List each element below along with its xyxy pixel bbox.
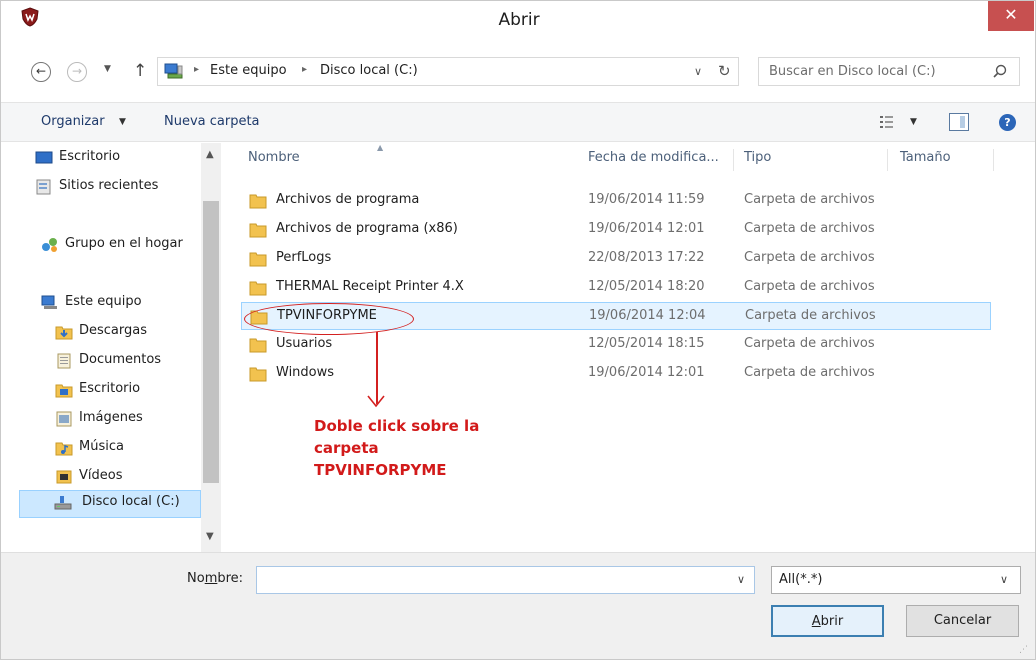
nav-item-musica[interactable]: Música: [55, 436, 201, 462]
folder-icon: [249, 367, 267, 382]
window-title: Abrir: [498, 10, 540, 30]
address-bar[interactable]: ▸ Este equipo ▸ Disco local (C:) ∨ ↻: [157, 57, 739, 86]
column-header-tipo[interactable]: Tipo: [744, 150, 771, 165]
computer-icon: [164, 63, 183, 79]
column-header-nombre[interactable]: Nombre: [248, 150, 300, 165]
nav-item-sitios-recientes[interactable]: Sitios recientes: [35, 175, 195, 201]
column-header-tamano[interactable]: Tamaño: [900, 150, 951, 165]
nav-item-descargas[interactable]: Descargas: [55, 320, 201, 346]
open-button[interactable]: Abrir: [771, 605, 884, 637]
search-icon[interactable]: [991, 63, 1009, 81]
filename-input[interactable]: ∨: [256, 566, 755, 594]
help-icon[interactable]: ?: [999, 114, 1016, 131]
folder-icon: [249, 223, 267, 238]
nav-pane-scrollbar[interactable]: ▲ ▼: [201, 143, 221, 552]
arrow-left-icon: ←: [35, 64, 47, 78]
nav-item-grupo-hogar[interactable]: Grupo en el hogar: [41, 233, 201, 259]
music-icon: [55, 442, 73, 456]
arrow-up-icon: ↑: [133, 61, 148, 81]
chevron-down-icon[interactable]: ∨: [737, 573, 745, 586]
chevron-down-icon[interactable]: ▼: [119, 117, 126, 127]
nav-item-disco-local[interactable]: Disco local (C:): [19, 490, 201, 518]
close-icon: ✕: [1004, 5, 1018, 24]
open-file-dialog: Abrir ✕ ← → ▼ ↑ ▸ Este equipo ▸ Disco lo…: [0, 0, 1036, 660]
annotation-text: Doble click sobre la carpeta TPVINFORPYM…: [314, 415, 534, 481]
title-bar[interactable]: Abrir ✕: [1, 1, 1035, 41]
recent-places-icon: [36, 179, 51, 195]
nav-item-videos[interactable]: Vídeos: [55, 465, 201, 491]
column-separator[interactable]: [733, 149, 734, 171]
homegroup-icon: [42, 238, 57, 252]
folder-icon: [249, 338, 267, 353]
arrow-right-icon: →: [71, 64, 83, 78]
scrollbar-thumb[interactable]: [203, 201, 219, 483]
downloads-icon: [55, 326, 73, 340]
annotation-ellipse: [244, 303, 414, 335]
forward-button[interactable]: →: [67, 62, 87, 82]
back-button[interactable]: ←: [31, 62, 51, 82]
computer-icon: [41, 295, 57, 309]
file-row[interactable]: Usuarios 12/05/2014 18:15 Carpeta de arc…: [241, 331, 991, 359]
navigation-bar: ← → ▼ ↑ ▸ Este equipo ▸ Disco local (C:)…: [1, 51, 1035, 91]
chevron-down-icon[interactable]: ∨: [1000, 573, 1008, 586]
address-history-dropdown-icon[interactable]: ∨: [694, 65, 702, 78]
new-folder-button[interactable]: Nueva carpeta: [164, 114, 260, 129]
local-disk-icon: [54, 496, 72, 510]
file-row[interactable]: THERMAL Receipt Printer 4.X 12/05/2014 1…: [241, 274, 991, 302]
sort-ascending-icon: ▲: [377, 143, 384, 152]
nav-item-escritorio-carpeta[interactable]: Escritorio: [55, 378, 201, 404]
view-options-icon[interactable]: [879, 114, 899, 130]
folder-icon: [249, 194, 267, 209]
pictures-icon: [56, 411, 72, 427]
nav-item-este-equipo[interactable]: Este equipo: [41, 291, 201, 317]
breadcrumb-este-equipo[interactable]: Este equipo: [210, 63, 287, 78]
file-type-select[interactable]: All(*.*) ∨: [771, 566, 1021, 594]
column-separator[interactable]: [887, 149, 888, 171]
file-row[interactable]: Archivos de programa 19/06/2014 11:59 Ca…: [241, 187, 991, 215]
refresh-icon[interactable]: ↻: [718, 62, 731, 80]
desktop-icon: [35, 151, 53, 164]
organize-button[interactable]: Organizar: [41, 114, 105, 129]
breadcrumb-separator-icon[interactable]: ▸: [302, 64, 307, 75]
scroll-down-icon[interactable]: ▼: [206, 531, 214, 542]
annotation-arrow-icon: [367, 395, 385, 408]
folder-icon: [249, 252, 267, 267]
folder-icon: [249, 281, 267, 296]
nav-item-imagenes[interactable]: Imágenes: [55, 407, 201, 433]
annotation-line-1: Doble click sobre la: [314, 417, 480, 435]
search-input[interactable]: Buscar en Disco local (C:): [758, 57, 1020, 86]
documents-icon: [57, 353, 71, 369]
file-row[interactable]: PerfLogs 22/08/2013 17:22 Carpeta de arc…: [241, 245, 991, 273]
annotation-line-2: carpeta: [314, 439, 379, 457]
resize-grip-icon[interactable]: ⋰: [1019, 645, 1028, 655]
file-row[interactable]: Windows 19/06/2014 12:01 Carpeta de arch…: [241, 360, 991, 388]
up-button[interactable]: ↑: [133, 61, 147, 81]
breadcrumb-disco-local[interactable]: Disco local (C:): [320, 63, 418, 78]
nav-item-documentos[interactable]: Documentos: [55, 349, 201, 375]
file-list: ▲ Nombre Fecha de modifica... Tipo Tamañ…: [222, 143, 1035, 552]
navigation-pane: Escritorio Sitios recientes Grupo en el …: [1, 143, 222, 552]
videos-icon: [56, 470, 72, 484]
column-header-fecha[interactable]: Fecha de modifica...: [588, 150, 719, 165]
command-bar: Organizar ▼ Nueva carpeta ▼ ?: [1, 102, 1035, 142]
chevron-down-icon: ▼: [104, 64, 111, 74]
breadcrumb-separator-icon[interactable]: ▸: [194, 64, 199, 75]
nav-item-escritorio[interactable]: Escritorio: [35, 146, 195, 172]
annotation-line-3: TPVINFORPYME: [314, 461, 447, 479]
preview-pane-icon[interactable]: [949, 113, 969, 131]
dialog-footer: Nombre: ∨ All(*.*) ∨ Abrir Cancelar ⋰: [1, 552, 1035, 659]
search-placeholder: Buscar en Disco local (C:): [769, 64, 936, 79]
file-type-value: All(*.*): [779, 572, 823, 587]
column-separator[interactable]: [993, 149, 994, 171]
recent-locations-button[interactable]: ▼: [104, 64, 111, 74]
close-button[interactable]: ✕: [988, 1, 1034, 31]
scroll-up-icon[interactable]: ▲: [206, 149, 214, 160]
filename-label: Nombre:: [187, 571, 244, 586]
chevron-down-icon[interactable]: ▼: [910, 117, 917, 127]
file-row[interactable]: Archivos de programa (x86) 19/06/2014 12…: [241, 216, 991, 244]
desktop-folder-icon: [55, 384, 73, 398]
cancel-button[interactable]: Cancelar: [906, 605, 1019, 637]
